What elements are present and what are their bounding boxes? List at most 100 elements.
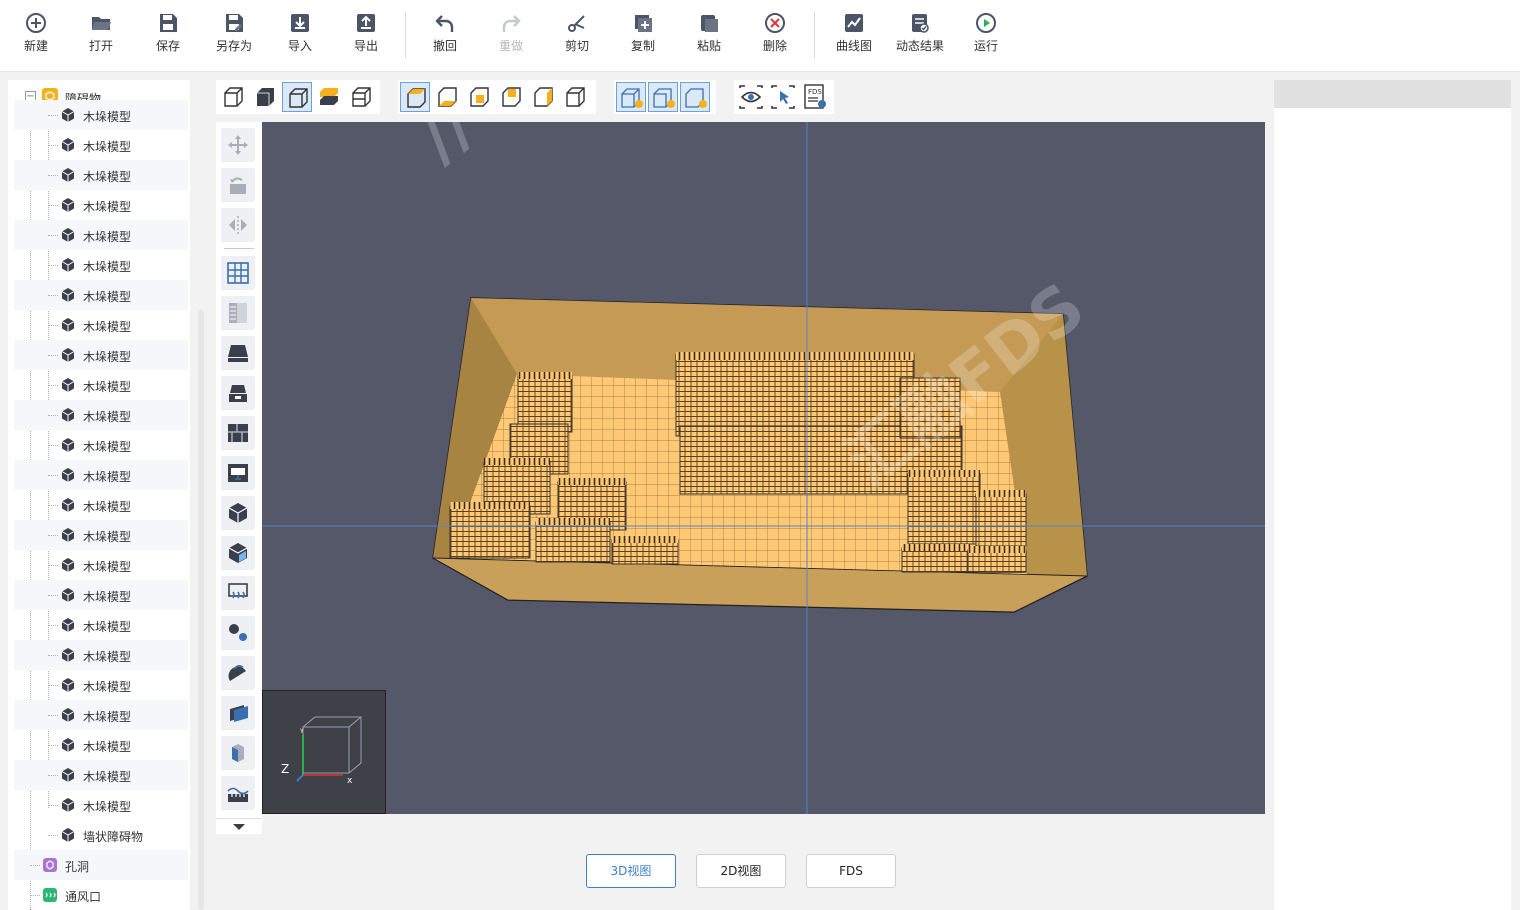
cube-model-icon: [60, 197, 76, 213]
run-button[interactable]: 运行: [956, 8, 1016, 64]
axis-navigator[interactable]: Z x Y: [262, 690, 386, 814]
tree-item-model[interactable]: 木垛模型: [14, 580, 188, 610]
terrain-tool[interactable]: [221, 776, 255, 810]
boundary-tool[interactable]: [221, 736, 255, 770]
cube-model-icon: [60, 347, 76, 363]
particle-tool[interactable]: [221, 616, 255, 650]
hole-tool[interactable]: [221, 536, 255, 570]
tree-item-model[interactable]: 木垛模型: [14, 790, 188, 820]
outline-view-button[interactable]: [282, 82, 312, 112]
tree-item-model[interactable]: 木垛模型: [14, 370, 188, 400]
tree-item-model[interactable]: 木垛模型: [14, 280, 188, 310]
tree-item-model[interactable]: 木垛模型: [14, 460, 188, 490]
axis-x-label: x: [347, 776, 353, 786]
dynamic-result-button[interactable]: 动态结果: [890, 8, 950, 64]
tree-item-section[interactable]: 孔洞: [14, 850, 188, 880]
tree-item-model[interactable]: 木垛模型: [14, 190, 188, 220]
object-tree: − 障碍物 木垛模型 木垛模型 木垛模型 木垛模型 木垛模型 木垛模型 木垛模型 木垛模型 木垛…: [8, 80, 190, 910]
window-tool[interactable]: [221, 456, 255, 490]
tree-guide-line: [48, 535, 58, 536]
view-bottom-button[interactable]: [432, 82, 462, 112]
tree-item-label: 木垛模型: [83, 350, 132, 364]
tree-item-model[interactable]: 木垛模型: [14, 670, 188, 700]
tree-item-model[interactable]: 木垛模型: [14, 220, 188, 250]
tree-item-model[interactable]: 木垛模型: [14, 520, 188, 550]
delete-button[interactable]: 删除: [745, 8, 805, 64]
view-front-button[interactable]: [464, 82, 494, 112]
tree-item-model[interactable]: 木垛模型: [14, 550, 188, 580]
axis-gizmo: Z x Y: [281, 716, 362, 786]
tree-item-section[interactable]: 通风口: [14, 880, 188, 910]
tree-item-model[interactable]: 木垛模型: [14, 730, 188, 760]
view-right-button[interactable]: [560, 82, 590, 112]
tree-item-model[interactable]: 木垛模型: [14, 160, 188, 190]
copy-icon: [635, 15, 652, 32]
slice-tool[interactable]: [221, 696, 255, 730]
chart-label: 曲线图: [835, 39, 872, 53]
tree-guide-line: [48, 475, 58, 476]
tree-item-model[interactable]: 木垛模型: [14, 400, 188, 430]
mirror-tool[interactable]: [221, 208, 255, 242]
new-button[interactable]: 新建: [6, 8, 66, 64]
tree-item-model[interactable]: 木垛模型: [14, 130, 188, 160]
tree-item-model[interactable]: 木垛模型: [14, 340, 188, 370]
tab-2d-view[interactable]: 2D视图: [696, 854, 786, 888]
open-button[interactable]: 打开: [71, 8, 131, 64]
export-label: 导出: [353, 39, 378, 53]
eye-view-button[interactable]: [736, 82, 766, 112]
layer-view-button[interactable]: [314, 82, 344, 112]
tab-fds[interactable]: FDS: [806, 854, 896, 888]
tree-item-model[interactable]: 木垛模型: [14, 640, 188, 670]
3d-viewport[interactable]: 汇融FDS //: [262, 122, 1265, 814]
chart-button[interactable]: 曲线图: [824, 8, 884, 64]
wall-tool[interactable]: [221, 296, 255, 330]
copy-button[interactable]: 复制: [613, 8, 673, 64]
save-button[interactable]: 保存: [138, 8, 198, 64]
wireframe-view-button[interactable]: [218, 82, 248, 112]
tree-item-model[interactable]: 墙状障碍物: [14, 820, 188, 850]
sprinkler-tool[interactable]: [221, 656, 255, 690]
mesh-tool[interactable]: [221, 256, 255, 290]
solid-view-button[interactable]: [250, 82, 280, 112]
view-left-button[interactable]: [528, 82, 558, 112]
tree-item-label: 木垛模型: [83, 710, 132, 724]
undo-button[interactable]: 撤回: [415, 8, 475, 64]
slice-view-button[interactable]: [346, 82, 376, 112]
view-back-button[interactable]: [496, 82, 526, 112]
open-label: 打开: [88, 39, 113, 53]
export-button[interactable]: 导出: [336, 8, 396, 64]
paste-label: 粘贴: [696, 39, 721, 53]
tree-item-model[interactable]: 木垛模型: [14, 430, 188, 460]
tab-3d-view[interactable]: 3D视图: [586, 854, 676, 888]
fds-preview-button[interactable]: FDS: [800, 82, 830, 112]
room-tool[interactable]: [221, 376, 255, 410]
cut-button[interactable]: 剪切: [547, 8, 607, 64]
tree-item-model[interactable]: 木垛模型: [14, 310, 188, 340]
select-area-button[interactable]: [768, 82, 798, 112]
tree-item-model[interactable]: 木垛模型: [14, 760, 188, 790]
tools-scroll-down[interactable]: [216, 818, 262, 834]
show-vents-button[interactable]: [648, 82, 678, 112]
move-tool[interactable]: [221, 128, 255, 162]
import-icon: [291, 14, 309, 32]
paste-button[interactable]: 粘贴: [679, 8, 739, 64]
cube-bulb-icon: [685, 88, 707, 108]
tree-item-model[interactable]: 木垛模型: [14, 250, 188, 280]
tree-item-model[interactable]: 木垛模型: [14, 490, 188, 520]
show-devices-button[interactable]: [680, 82, 710, 112]
import-button[interactable]: 导入: [270, 8, 330, 64]
obstacle-tool[interactable]: [221, 496, 255, 530]
tree-scrollbar[interactable]: [198, 310, 204, 910]
tree-item-model[interactable]: 木垛模型: [14, 100, 188, 130]
view-top-button[interactable]: [400, 82, 430, 112]
redo-button[interactable]: 重做: [481, 8, 541, 64]
tree-item-model[interactable]: 木垛模型: [14, 610, 188, 640]
tree-item-label: 木垛模型: [83, 380, 132, 394]
vent-tool[interactable]: [221, 576, 255, 610]
partition-tool[interactable]: [221, 416, 255, 450]
show-obstacles-button[interactable]: [616, 82, 646, 112]
save-as-button[interactable]: 另存为: [204, 8, 264, 64]
floor-tool[interactable]: [221, 336, 255, 370]
tree-item-model[interactable]: 木垛模型: [14, 700, 188, 730]
rotate-tool[interactable]: [221, 168, 255, 202]
